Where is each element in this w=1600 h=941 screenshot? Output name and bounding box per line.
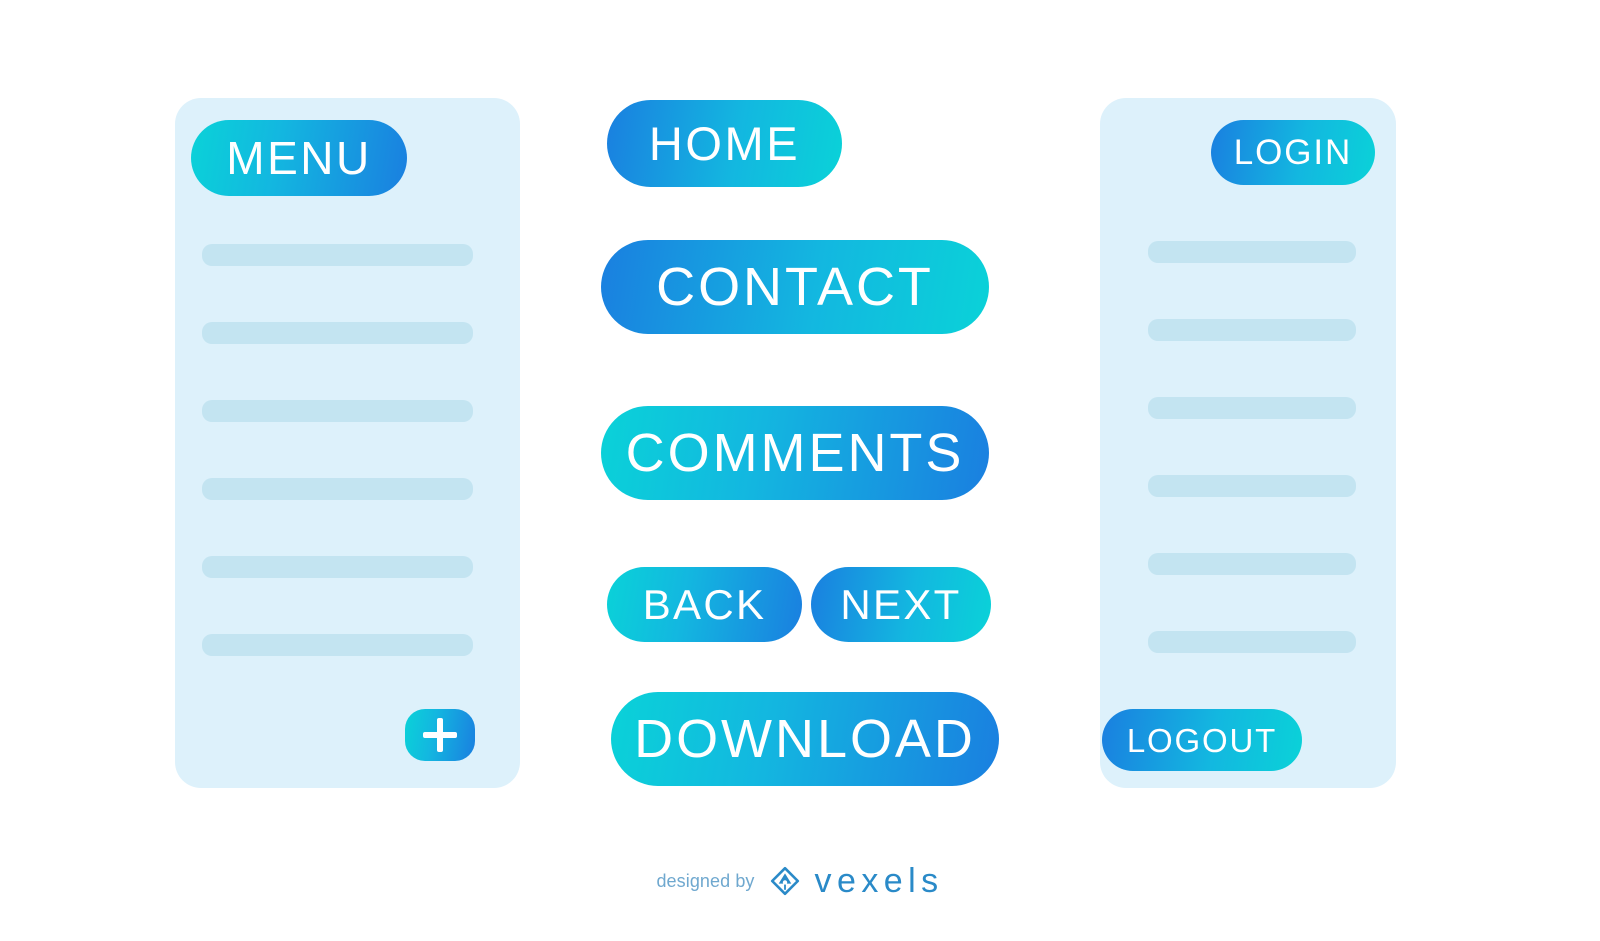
plus-icon [423,718,457,752]
download-button[interactable]: DOWNLOAD [611,692,999,786]
designed-by-label: designed by [656,870,755,891]
list-item [202,400,473,422]
logout-button[interactable]: LOGOUT [1102,709,1302,771]
vexels-pen-nib-diamond-logo [770,866,799,896]
back-button[interactable]: BACK [607,567,802,642]
contact-button[interactable]: CONTACT [601,240,989,334]
menu-button[interactable]: MENU [191,120,407,196]
footer-credit: designed by vexels [0,862,1600,900]
list-item [1148,631,1356,653]
add-button[interactable] [405,709,475,761]
comments-button[interactable]: COMMENTS [601,406,989,500]
menu-panel-placeholder-list [202,244,473,712]
list-item [1148,475,1356,497]
list-item [202,556,473,578]
list-item [1148,553,1356,575]
list-item [1148,241,1356,263]
login-button[interactable]: LOGIN [1211,120,1375,185]
account-panel-placeholder-list [1148,241,1356,709]
list-item [1148,319,1356,341]
list-item [202,478,473,500]
account-panel [1100,98,1396,788]
list-item [202,244,473,266]
home-button[interactable]: HOME [607,100,842,187]
menu-panel [175,98,520,788]
list-item [1148,397,1356,419]
vexels-brand-name: vexels [814,862,944,900]
next-button[interactable]: NEXT [811,567,991,642]
list-item [202,322,473,344]
list-item [202,634,473,656]
